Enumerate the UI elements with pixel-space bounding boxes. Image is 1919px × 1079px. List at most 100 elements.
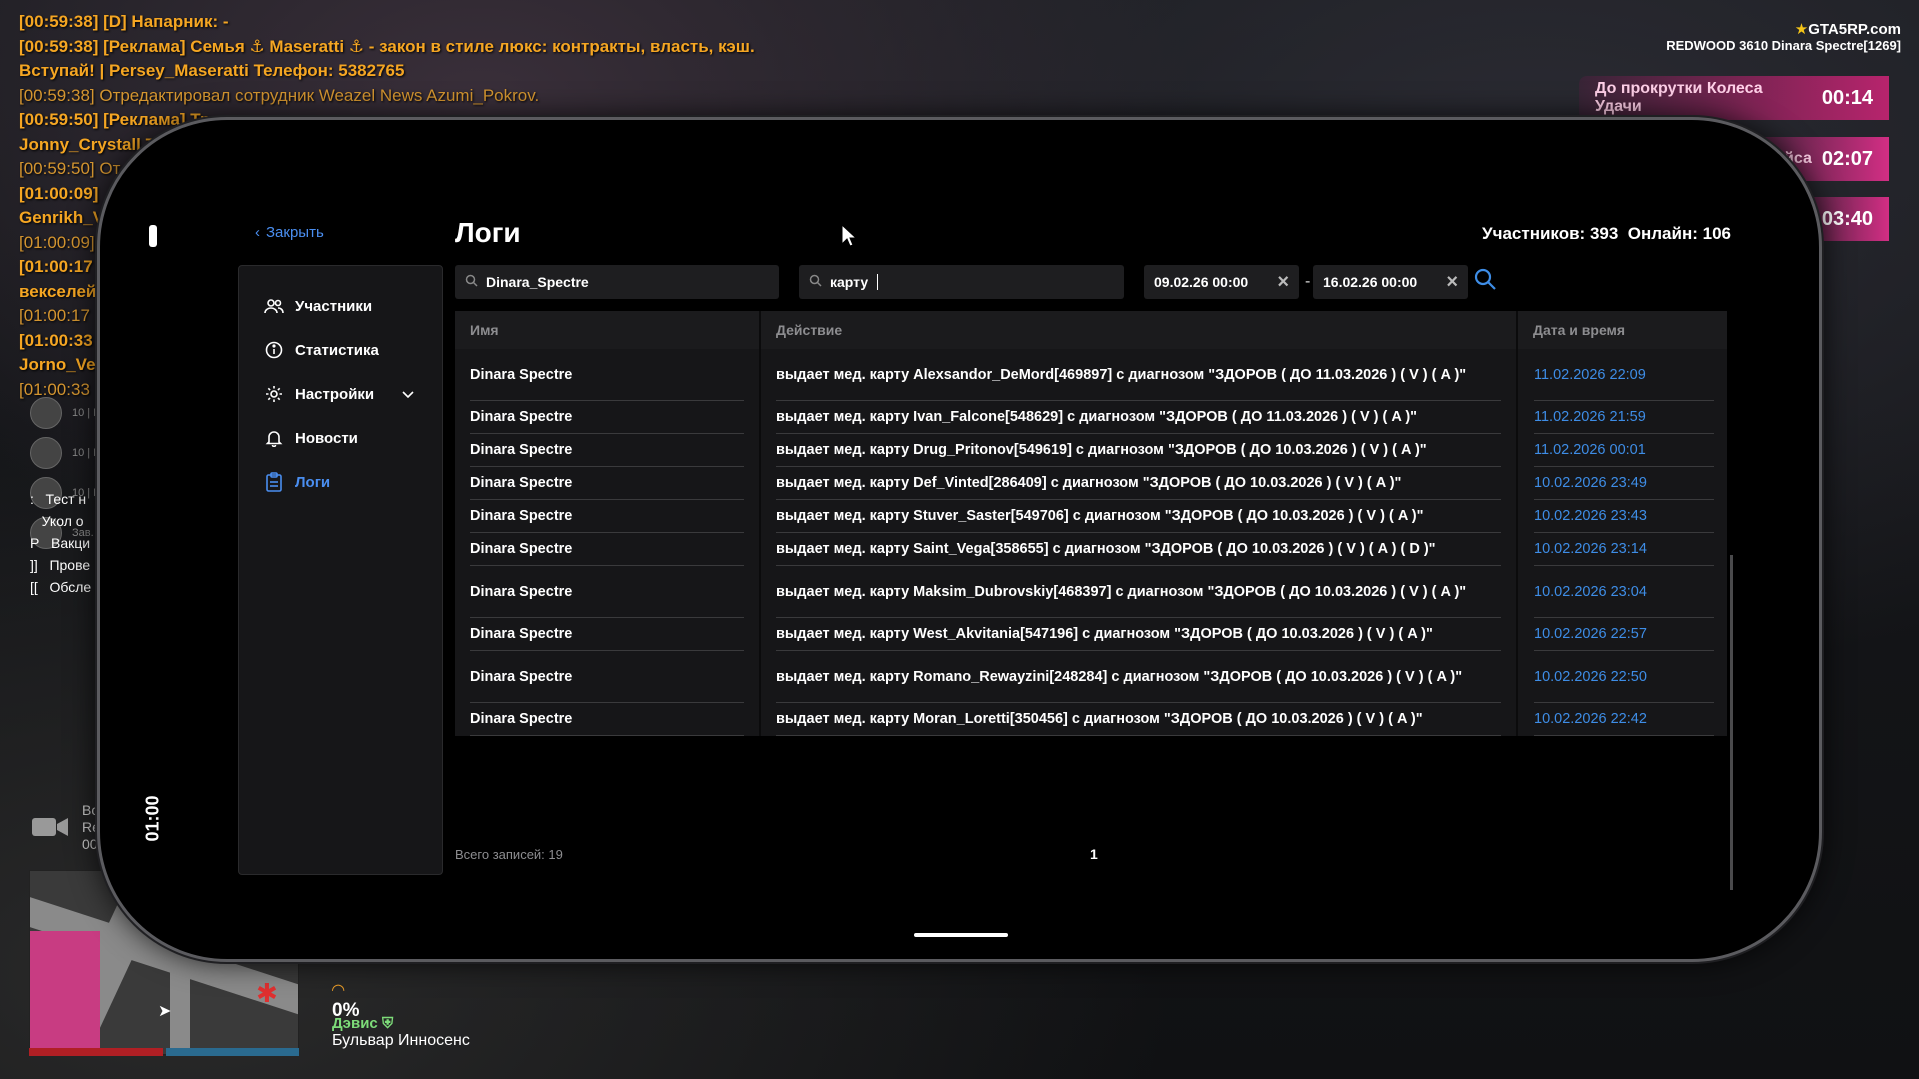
hospital-marker-icon: ✱ (256, 978, 278, 1008)
cell-name: Dinara Spectre (470, 467, 744, 500)
table-row[interactable]: Dinara Spectre выдает мед. карту Moran_Lo… (455, 703, 1727, 736)
cell-action: выдает мед. карту Alexsandor_DeMord[4698… (776, 349, 1501, 401)
cell-name: Dinara Spectre (470, 651, 744, 703)
district-name: Дэвис (332, 1015, 378, 1032)
food-icon: ◠ (332, 982, 345, 999)
text-caret (877, 274, 879, 290)
task-item: Р Вакци (30, 535, 91, 551)
chevron-down-icon[interactable] (402, 386, 414, 403)
clear-date-from-icon[interactable]: × (1277, 272, 1289, 292)
cell-name-cell: Dinara Spectre (455, 703, 759, 736)
sidebar-item-label: Новости (295, 429, 358, 447)
header-date[interactable]: Дата и время (1516, 311, 1727, 349)
bell-icon (263, 427, 285, 449)
cell-date: 10.02.2026 23:04 (1534, 566, 1714, 618)
home-indicator[interactable] (914, 933, 1008, 937)
members-stats: Участников: 393 Онлайн: 106 (1482, 224, 1731, 243)
cell-action-cell: выдает мед. карту Alexsandor_DeMord[4698… (759, 349, 1516, 401)
cell-date-cell: 10.02.2026 22:42 (1516, 703, 1727, 736)
mouse-cursor-icon (841, 223, 858, 253)
sidebar-item-statistics[interactable]: Статистика (239, 328, 442, 372)
cell-date: 10.02.2026 23:49 (1534, 467, 1714, 500)
table-scrollbar[interactable] (1730, 555, 1733, 890)
cell-action-cell: выдает мед. карту West_Akvitania[547196]… (759, 618, 1516, 651)
cell-action-cell: выдает мед. карту Stuver_Saster[549706] … (759, 500, 1516, 533)
table-row[interactable]: Dinara Spectre выдает мед. карту Maksim_D… (455, 566, 1727, 618)
cell-action: выдает мед. карту Ivan_Falcone[548629] с… (776, 401, 1501, 434)
sidebar-item-settings[interactable]: Настройки (239, 372, 442, 416)
cell-name-cell: Dinara Spectre (455, 651, 759, 703)
cell-action: выдает мед. карту Def_Vinted[286409] с д… (776, 467, 1501, 500)
table-row[interactable]: Dinara Spectre выдает мед. карту Ivan_Fal… (455, 401, 1727, 434)
chat-line: [00:59:38] [D] Напарник: - (19, 12, 229, 31)
cell-name-cell: Dinara Spectre (455, 500, 759, 533)
date-to-field[interactable]: 16.02.26 00:00 × (1313, 265, 1468, 299)
cell-date: 10.02.2026 23:43 (1534, 500, 1714, 533)
health-bar (29, 1048, 163, 1056)
cell-name-cell: Dinara Spectre (455, 349, 759, 401)
player-arrow-icon: ➤ (158, 1003, 172, 1020)
table-row[interactable]: Dinara Spectre выдает мед. карту Drug_Pri… (455, 434, 1727, 467)
cell-action-cell: выдает мед. карту Romano_Rewayzini[24828… (759, 651, 1516, 703)
cell-date-cell: 10.02.2026 22:50 (1516, 651, 1727, 703)
clear-date-to-icon[interactable]: × (1446, 272, 1458, 292)
pagination-page-1[interactable]: 1 (1090, 846, 1098, 862)
phone-frame: 01:00 ‹ Закрыть Участники Статистика Нас… (97, 117, 1822, 962)
search-icon (465, 274, 478, 290)
table-row[interactable]: Dinara Spectre выдает мед. карту West_Akv… (455, 618, 1727, 651)
star-icon: ★ (1794, 21, 1809, 38)
sidebar-item-members[interactable]: Участники (239, 284, 442, 328)
sidebar-item-news[interactable]: Новости (239, 416, 442, 460)
cell-date-cell: 10.02.2026 23:43 (1516, 500, 1727, 533)
header-name[interactable]: Имя (455, 311, 759, 349)
chat-line: Вступай! | Persey_Maseratti Телефон: 538… (19, 61, 405, 80)
cell-name: Dinara Spectre (470, 566, 744, 618)
cell-action: выдает мед. карту Maksim_Dubrovskiy[4683… (776, 566, 1501, 618)
task-list: : Тест н Укол о Р Вакци]] Прове [[ Обсле (30, 488, 91, 598)
online-count: 106 (1702, 224, 1731, 243)
table-row[interactable]: Dinara Spectre выдает мед. карту Stuver_S… (455, 500, 1727, 533)
cell-action-cell: выдает мед. карту Drug_Pritonov[549619] … (759, 434, 1516, 467)
table-row[interactable]: Dinara Spectre выдает мед. карту Romano_R… (455, 651, 1727, 703)
server-info: ★GTA5RP.com REDWOOD 3610 Dinara Spectre[… (1666, 20, 1901, 53)
cell-date: 10.02.2026 23:14 (1534, 533, 1714, 566)
cell-date: 10.02.2026 22:57 (1534, 618, 1714, 651)
table-header: Имя Действие Дата и время (455, 311, 1727, 349)
task-item: ]] Прове (30, 557, 91, 573)
cell-name-cell: Dinara Spectre (455, 566, 759, 618)
cell-name: Dinara Spectre (470, 533, 744, 566)
date-from-field[interactable]: 09.02.26 00:00 × (1144, 265, 1299, 299)
table-row[interactable]: Dinara Spectre выдает мед. карту Alexsand… (455, 349, 1727, 401)
cell-name-cell: Dinara Spectre (455, 401, 759, 434)
chat-line: [00:59:38] Отредактировал сотрудник Weaz… (19, 85, 540, 105)
search-button[interactable] (1473, 267, 1503, 297)
cell-action: выдает мед. карту Stuver_Saster[549706] … (776, 500, 1501, 533)
header-action[interactable]: Действие (759, 311, 1516, 349)
close-button[interactable]: ‹ Закрыть (255, 224, 324, 241)
phone-camera-notch (149, 225, 157, 247)
cell-date-cell: 10.02.2026 22:57 (1516, 618, 1727, 651)
sidebar-item-logs[interactable]: Логи (239, 460, 442, 504)
cell-name: Dinara Spectre (470, 703, 744, 736)
cell-name-cell: Dinara Spectre (455, 618, 759, 651)
shield-icon: ⛨ (381, 1015, 394, 1032)
clipboard-icon (263, 471, 285, 493)
cell-date-cell: 10.02.2026 23:14 (1516, 533, 1727, 566)
search-icon (809, 274, 822, 290)
logs-table: Имя Действие Дата и время Dinara Spectre… (455, 311, 1727, 736)
table-row[interactable]: Dinara Spectre выдает мед. карту Def_Vint… (455, 467, 1727, 500)
avatar (30, 397, 62, 429)
avatar (30, 437, 62, 469)
name-search-value: Dinara_Spectre (486, 274, 589, 290)
cell-action: выдает мед. карту Moran_Loretti[350456] … (776, 703, 1501, 736)
name-search-input[interactable]: Dinara_Spectre (455, 265, 779, 299)
cell-action: выдает мед. карту Romano_Rewayzini[24828… (776, 651, 1501, 703)
cell-date-cell: 10.02.2026 23:04 (1516, 566, 1727, 618)
cell-action-cell: выдает мед. карту Maksim_Dubrovskiy[4683… (759, 566, 1516, 618)
sidebar-item-label: Настройки (295, 385, 375, 403)
cell-action-cell: выдает мед. карту Def_Vinted[286409] с д… (759, 467, 1516, 500)
action-search-input[interactable]: карту (799, 265, 1124, 299)
armor-bar (166, 1048, 299, 1056)
cell-name: Dinara Spectre (470, 349, 744, 401)
table-row[interactable]: Dinara Spectre выдает мед. карту Saint_Ve… (455, 533, 1727, 566)
